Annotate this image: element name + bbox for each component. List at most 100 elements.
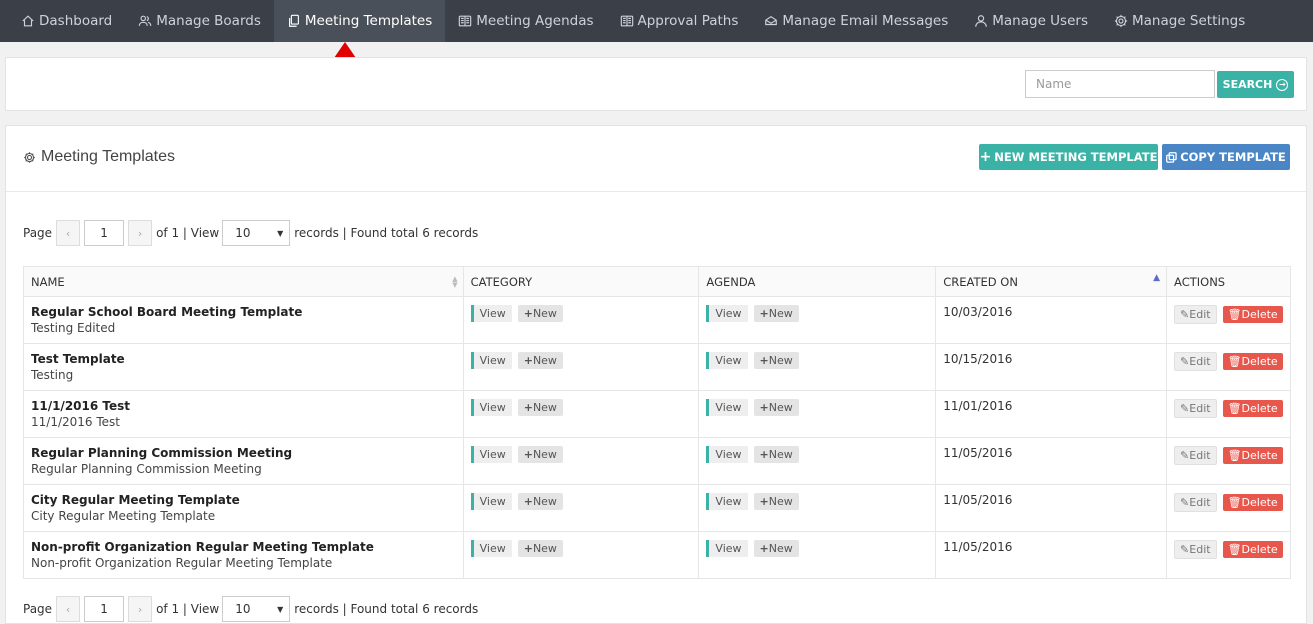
top-nav: Dashboard Manage Boards Meeting Templates M… bbox=[0, 0, 1313, 42]
agenda-new-button[interactable]: +New bbox=[753, 540, 799, 557]
nav-item-approval-paths[interactable]: Approval Paths bbox=[607, 0, 752, 42]
edit-label: Edit bbox=[1189, 449, 1211, 462]
agenda-new-button[interactable]: +New bbox=[753, 446, 799, 463]
edit-label: Edit bbox=[1189, 402, 1211, 415]
nav-item-label: Meeting Templates bbox=[304, 13, 433, 29]
trash-icon: 🗑 bbox=[1227, 449, 1242, 462]
user-icon bbox=[975, 15, 988, 27]
nav-item-meeting-agendas[interactable]: Meeting Agendas bbox=[445, 0, 606, 42]
edit-button[interactable]: ✎Edit bbox=[1174, 399, 1217, 418]
plus-icon: + bbox=[523, 354, 533, 367]
table-row: Regular Planning Commission Meeting Regul… bbox=[23, 437, 1291, 485]
prev-page-button[interactable]: ‹ bbox=[56, 596, 81, 622]
agenda-view-button[interactable]: View bbox=[706, 399, 748, 416]
category-new-button[interactable]: +New bbox=[517, 352, 563, 369]
plus-icon: + bbox=[759, 495, 769, 508]
edit-button[interactable]: ✎Edit bbox=[1174, 352, 1217, 371]
agenda-new-button[interactable]: +New bbox=[753, 493, 799, 510]
next-page-button[interactable]: › bbox=[128, 220, 153, 246]
next-page-button[interactable]: › bbox=[128, 596, 153, 622]
delete-button[interactable]: 🗑Delete bbox=[1222, 447, 1283, 464]
edit-icon: ✎ bbox=[1180, 402, 1190, 415]
template-name[interactable]: Test Template bbox=[31, 352, 456, 366]
cell-category: View +New bbox=[462, 484, 700, 532]
agenda-new-button[interactable]: +New bbox=[753, 305, 799, 322]
table-row: Test Template Testing View +New View +New 10/1… bbox=[23, 343, 1291, 391]
agenda-view-button[interactable]: View bbox=[706, 305, 748, 322]
new-meeting-template-button[interactable]: + NEW MEETING TEMPLATE bbox=[979, 144, 1158, 170]
caret-down-icon: ▼ bbox=[277, 604, 284, 614]
edit-button[interactable]: ✎Edit bbox=[1174, 305, 1217, 324]
template-name[interactable]: Regular School Board Meeting Template bbox=[31, 305, 456, 319]
nav-item-manage-email-messages[interactable]: Manage Email Messages bbox=[751, 0, 961, 42]
category-view-button[interactable]: View bbox=[470, 305, 512, 322]
nav-item-meeting-templates[interactable]: Meeting Templates bbox=[273, 0, 446, 42]
prev-page-button[interactable]: ‹ bbox=[56, 220, 81, 246]
delete-label: Delete bbox=[1241, 308, 1278, 321]
templates-table: NAME ▲ ▼ CATEGORY AGENDA CREATED ON ▲ ACT… bbox=[23, 266, 1291, 579]
column-header-name-label: NAME bbox=[31, 274, 65, 289]
cell-name: Test Template Testing bbox=[23, 343, 464, 391]
category-new-label: New bbox=[532, 495, 557, 508]
agenda-new-button[interactable]: +New bbox=[753, 352, 799, 369]
nav-item-manage-users[interactable]: Manage Users bbox=[961, 0, 1101, 42]
plus-icon: + bbox=[523, 448, 533, 461]
category-new-button[interactable]: +New bbox=[517, 540, 563, 557]
of-pages-text: of 1 | View bbox=[156, 602, 220, 616]
agenda-new-label: New bbox=[768, 495, 793, 508]
records-per-page-select[interactable]: 10 ▼ bbox=[222, 220, 291, 246]
agenda-view-button[interactable]: View bbox=[706, 352, 748, 369]
template-name[interactable]: 11/1/2016 Test bbox=[31, 399, 456, 413]
edit-button[interactable]: ✎Edit bbox=[1174, 540, 1217, 559]
delete-label: Delete bbox=[1241, 402, 1278, 415]
nav-item-manage-settings[interactable]: Manage Settings bbox=[1101, 0, 1258, 42]
plus-icon: + bbox=[759, 542, 769, 555]
plus-icon: + bbox=[979, 149, 992, 165]
delete-button[interactable]: 🗑Delete bbox=[1222, 306, 1283, 323]
column-header-name[interactable]: NAME ▲ ▼ bbox=[23, 266, 464, 297]
records-per-page-value: 10 bbox=[235, 602, 251, 616]
category-view-button[interactable]: View bbox=[470, 352, 512, 369]
cell-created-on: 11/05/2016 bbox=[935, 531, 1168, 579]
category-new-button[interactable]: +New bbox=[517, 493, 563, 510]
template-name[interactable]: City Regular Meeting Template bbox=[31, 493, 456, 507]
delete-button[interactable]: 🗑Delete bbox=[1222, 400, 1283, 417]
template-description: Testing bbox=[31, 368, 74, 382]
edit-button[interactable]: ✎Edit bbox=[1174, 493, 1217, 512]
category-new-button[interactable]: +New bbox=[517, 446, 563, 463]
records-per-page-select[interactable]: 10 ▼ bbox=[222, 596, 291, 622]
category-view-button[interactable]: View bbox=[470, 446, 512, 463]
template-description: Regular Planning Commission Meeting bbox=[31, 462, 262, 476]
agenda-view-button[interactable]: View bbox=[706, 493, 748, 510]
delete-button[interactable]: 🗑Delete bbox=[1222, 353, 1283, 370]
template-description: 11/1/2016 Test bbox=[31, 415, 120, 429]
gear-icon bbox=[1114, 14, 1128, 28]
agenda-view-button[interactable]: View bbox=[706, 540, 748, 557]
category-view-button[interactable]: View bbox=[470, 399, 512, 416]
delete-button[interactable]: 🗑Delete bbox=[1222, 541, 1283, 558]
agenda-new-button[interactable]: +New bbox=[753, 399, 799, 416]
delete-button[interactable]: 🗑Delete bbox=[1222, 494, 1283, 511]
column-header-category-label: CATEGORY bbox=[470, 274, 533, 289]
arrow-circle-right-icon: → bbox=[1276, 78, 1289, 91]
cell-name: Regular School Board Meeting Template Tes… bbox=[23, 296, 464, 344]
column-header-category: CATEGORY bbox=[462, 266, 700, 297]
agenda-view-button[interactable]: View bbox=[706, 446, 748, 463]
users-icon bbox=[138, 15, 152, 26]
category-new-button[interactable]: +New bbox=[517, 399, 563, 416]
column-header-created-on[interactable]: CREATED ON ▲ bbox=[935, 266, 1168, 297]
template-name[interactable]: Non-profit Organization Regular Meeting … bbox=[31, 540, 456, 554]
edit-button[interactable]: ✎Edit bbox=[1174, 446, 1217, 465]
copy-template-button[interactable]: COPY TEMPLATE bbox=[1162, 144, 1290, 170]
search-input[interactable] bbox=[1025, 70, 1215, 98]
category-view-button[interactable]: View bbox=[470, 540, 512, 557]
template-name[interactable]: Regular Planning Commission Meeting bbox=[31, 446, 456, 460]
nav-item-dashboard[interactable]: Dashboard bbox=[8, 0, 125, 42]
agenda-new-label: New bbox=[768, 307, 793, 320]
page-number-input[interactable] bbox=[84, 220, 125, 246]
nav-item-manage-boards[interactable]: Manage Boards bbox=[125, 0, 274, 42]
category-new-button[interactable]: +New bbox=[517, 305, 563, 322]
category-view-button[interactable]: View bbox=[470, 493, 512, 510]
page-number-input[interactable] bbox=[84, 596, 125, 622]
search-button[interactable]: SEARCH → bbox=[1217, 71, 1294, 98]
